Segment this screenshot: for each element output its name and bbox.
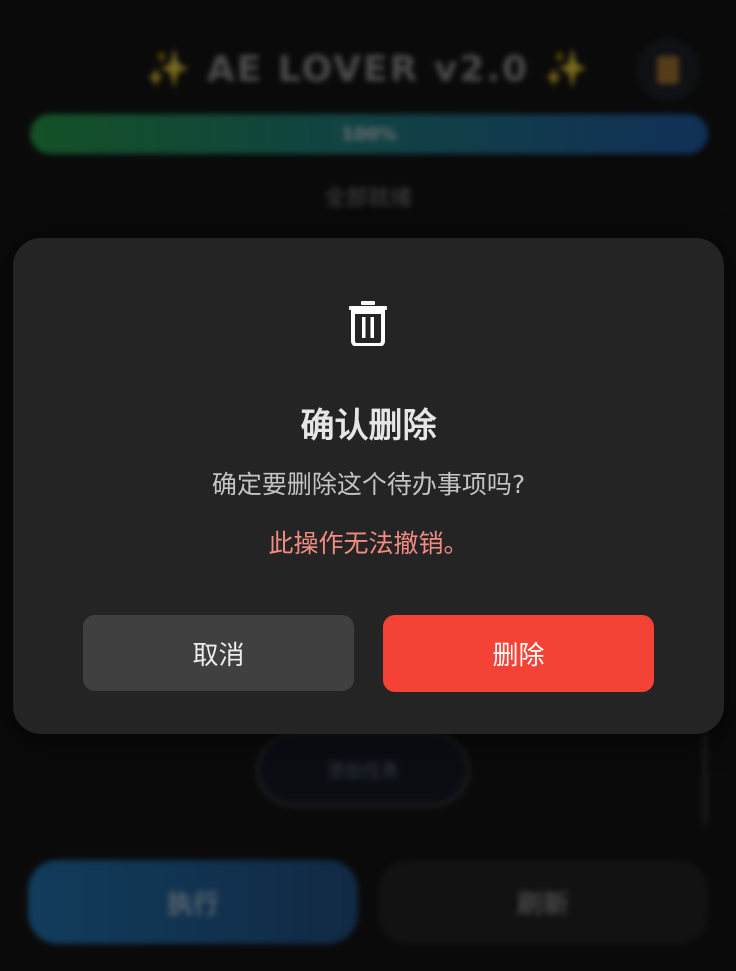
refresh-button[interactable]: 刷新 [378, 860, 708, 944]
trash-icon [349, 301, 387, 346]
execute-button[interactable]: 执行 [28, 860, 358, 944]
sparkle-left-icon: ✨ [145, 49, 193, 90]
screen: ✨ AE LOVER v2.0 ✨ 100% 全部就绪 添加任务 执行 刷新 确… [0, 0, 736, 971]
delete-button[interactable]: 删除 [383, 615, 654, 692]
confirm-delete-dialog: 确认删除 确定要删除这个待办事项吗? 此操作无法撤销。 取消 删除 [13, 238, 724, 734]
app-title-text: AE LOVER v2.0 [206, 49, 530, 90]
add-task-button[interactable]: 添加任务 [256, 733, 470, 807]
notepad-button[interactable] [636, 38, 700, 102]
sparkle-right-icon: ✨ [543, 49, 591, 90]
status-text: 全部就绪 [323, 186, 412, 211]
progress-label: 100% [341, 123, 397, 145]
app-title: ✨ AE LOVER v2.0 ✨ [0, 48, 736, 90]
notepad-icon [657, 56, 679, 84]
cancel-button[interactable]: 取消 [83, 615, 354, 691]
dialog-title: 确认删除 [300, 406, 437, 446]
dialog-warning: 此操作无法撤销。 [268, 529, 469, 558]
scrollbar[interactable] [702, 730, 708, 825]
progress-bar: 100% [30, 114, 708, 154]
dialog-message: 确定要删除这个待办事项吗? [211, 470, 526, 499]
